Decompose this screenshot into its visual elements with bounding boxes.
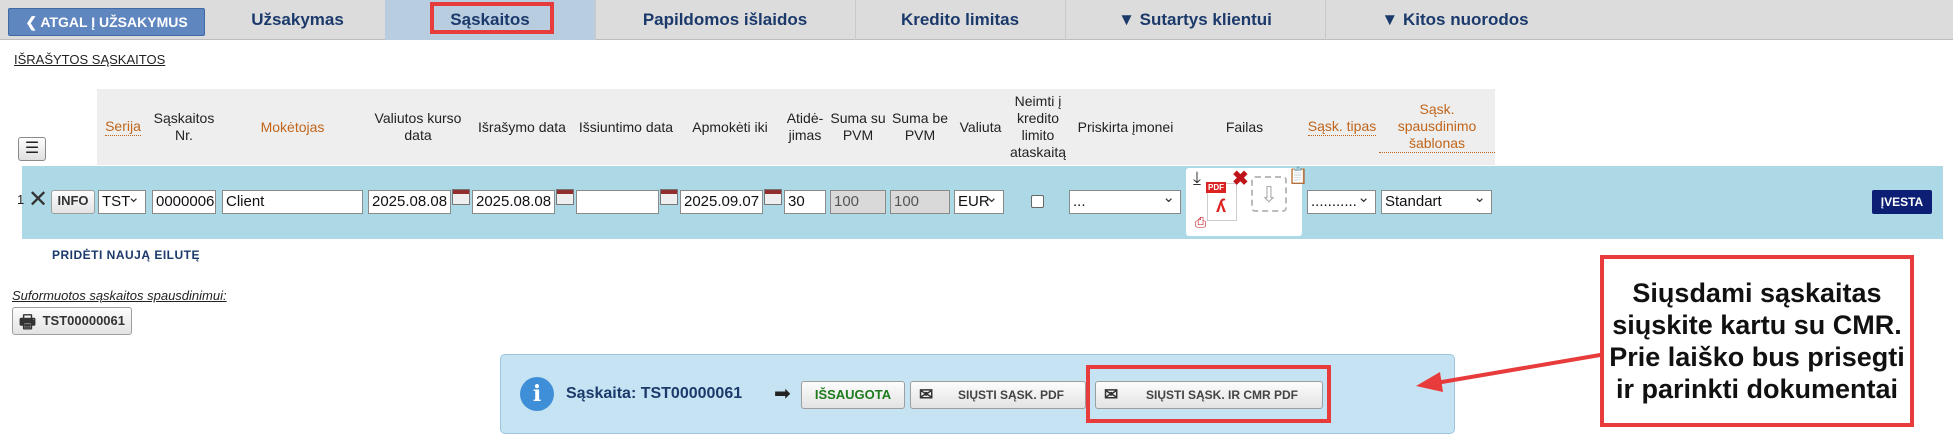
header-sablonas[interactable]: Sąsk. spausdinimo šablonas [1379,89,1496,165]
header-valiutos-kurso-data: Valiutos kurso data [366,89,471,165]
apmoketi-iki-input[interactable]: 2025.09.07 [680,190,763,214]
issiuntimo-data-input[interactable] [576,190,659,214]
header-failas: Failas [1184,89,1306,165]
atidejimas-input[interactable]: 30 [784,190,826,214]
header-valiuta: Valiuta [952,89,1010,165]
header-israsymo-data: Išrašymo data [470,89,575,165]
info-icon: i [520,377,554,411]
chevron-left-icon: ❮ [25,14,38,30]
header-suma-be-pvm: Suma be PVM [888,89,953,165]
download-icon[interactable]: ⤓ [1193,168,1201,189]
delete-row-icon[interactable]: ✕ [28,185,48,214]
moketojas-input[interactable]: Client [222,190,363,214]
header-sask-tipas[interactable]: Sąsk. tipas [1305,89,1380,165]
serija-select[interactable]: TST [98,190,146,214]
sablonas-select[interactable]: Standart [1381,190,1492,214]
highlight-saskaitos-tab [430,2,554,34]
attachment-icon[interactable]: ⎙ [1195,214,1206,231]
priskirta-imonei-select[interactable]: ... [1069,190,1181,214]
invoice-label: Sąskaita: TST00000061 [566,385,743,402]
suma-su-pvm-field: 100 [830,190,886,214]
row-index: 1 [17,192,25,207]
header-suma-su-pvm: Suma su PVM [828,89,889,165]
israsymo-data-input[interactable]: 2025.08.08 [472,190,555,214]
tab-papildomos-islaidos[interactable]: Papildomos išlaidos [595,0,856,40]
header-moketojas: Mokėtojas [219,89,367,165]
calendar-icon[interactable] [556,189,574,205]
ivesta-button[interactable]: ĮVESTA [1872,190,1932,214]
header-neimti: Neimti į kredito limito ataskaitą [1009,89,1068,165]
tab-uzsakymas[interactable]: Užsakymas [210,0,386,40]
header-atidejimas: Atidė- jimas [782,89,829,165]
top-navigation: ❮ ATGAL Į UŽSAKYMUS Užsakymas Sąskaitos … [0,0,1953,40]
tab-kredito-limitas[interactable]: Kredito limitas [855,0,1066,40]
back-to-orders-button[interactable]: ❮ ATGAL Į UŽSAKYMUS [8,8,205,36]
header-saskaitos-nr: Sąskaitos Nr. [149,89,220,165]
neimti-checkbox[interactable] [1031,195,1044,208]
upload-drop-icon[interactable]: ⇩ [1251,176,1287,212]
arrow-right-icon: ➡ [774,383,791,405]
header-serija[interactable]: Serija [97,89,150,165]
tab-kitos-nuorodos[interactable]: ▼ Kitos nuorodos [1325,0,1585,40]
header-apmoketi-iki: Apmokėti iki [678,89,783,165]
printer-icon: 🖶 [19,312,36,332]
calendar-icon[interactable] [764,189,782,205]
saskaitos-nr-input[interactable]: 00000061 [152,190,216,214]
calendar-icon[interactable] [452,189,470,205]
column-menu-icon[interactable]: ☰ [18,137,46,161]
sask-tipas-select[interactable]: ........... [1307,190,1376,214]
envelope-icon: ✉ [919,385,934,404]
suma-be-pvm-field: 100 [890,190,950,214]
print-invoice-button[interactable]: 🖶 TST00000061 [12,307,132,335]
callout-arrow [1416,352,1607,392]
valiutos-kurso-data-input[interactable]: 2025.08.08 [368,190,451,214]
valiuta-select[interactable]: EUR [954,190,1004,214]
header-priskirta-imonei: Priskirta įmonei [1067,89,1185,165]
remove-file-icon[interactable]: ✖ [1232,166,1249,191]
tab-sutartys-klientui[interactable]: ▼ Sutartys klientui [1065,0,1326,40]
saved-button[interactable]: IŠSAUGOTA [801,381,905,409]
info-button[interactable]: INFO [51,190,95,214]
clipboard-icon[interactable]: 📋 [1288,166,1308,186]
highlight-send-cmr-button [1086,365,1331,423]
header-issiuntimo-data: Išsiuntimo data [574,89,679,165]
calendar-icon[interactable] [660,189,678,205]
add-new-row-link[interactable]: PRIDĖTI NAUJĄ EILUTĘ [52,248,200,262]
callout-note: Siųsdami sąskaitas siųskite kartu su CMR… [1600,255,1914,427]
section-title: IŠRAŠYTOS SĄSKAITOS [14,52,166,67]
print-label: Suformuotos sąskaitos spausdinimui: [12,288,227,303]
send-invoice-pdf-button[interactable]: ✉ SIŲSTI SĄSK. PDF [910,381,1086,409]
